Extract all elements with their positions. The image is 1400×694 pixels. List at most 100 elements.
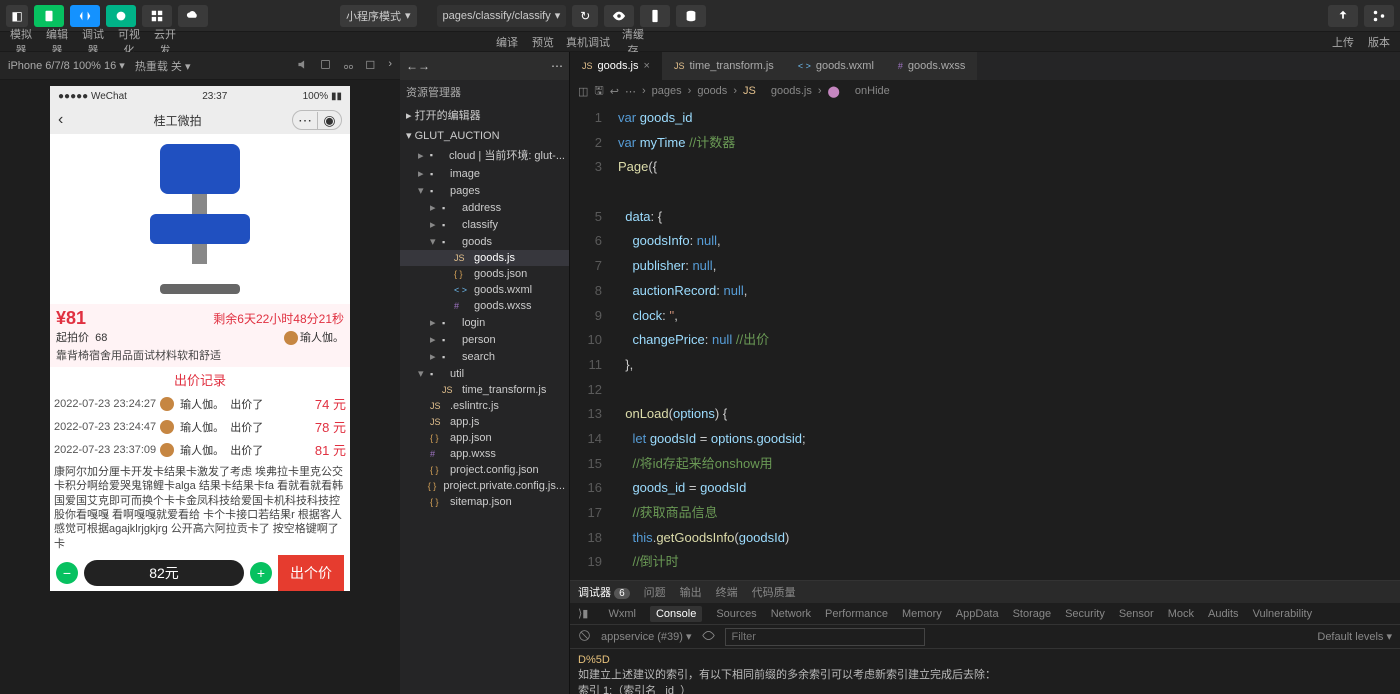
dbg-inner-tab[interactable]: Performance: [825, 608, 888, 620]
explorer-panel: ← → ⋯ 资源管理器 ▸ 打开的编辑器 ▾ GLUT_AUCTION ▸▪cl…: [400, 52, 570, 694]
dbg-outer-tab[interactable]: 调试器 6: [578, 584, 630, 600]
levels-dropdown[interactable]: Default levels ▾: [1317, 630, 1392, 643]
bid-bar: − 82元 + 出个价: [50, 555, 350, 591]
version-btn[interactable]: [1364, 5, 1394, 27]
dbg-inner-tab[interactable]: Mock: [1168, 608, 1194, 620]
page-title: 桂工微拍: [154, 112, 202, 129]
save-icon[interactable]: 🖫: [594, 82, 603, 101]
dbg-inner-tab[interactable]: Memory: [902, 608, 942, 620]
tree-item[interactable]: JS.eslintrc.js: [400, 398, 569, 414]
dbg-outer-tab[interactable]: 问题: [644, 584, 666, 600]
dbg-inner-tab[interactable]: Wxml: [608, 608, 636, 620]
goods-desc: 靠背椅宿舍用品面试材料软和舒适: [56, 345, 344, 363]
editor-tab[interactable]: < >goods.wxml: [786, 52, 886, 80]
tree-item[interactable]: ▾▪util: [400, 365, 569, 382]
dbg-inner-tab[interactable]: Audits: [1208, 608, 1239, 620]
dbg-inner-tab[interactable]: Sensor: [1119, 608, 1154, 620]
fwd-nav-icon[interactable]: →: [418, 59, 430, 73]
bid-record: 2022-07-23 23:37:09瑜人伽。 出价了81 元: [50, 438, 350, 461]
tree-item[interactable]: ▸▪cloud | 当前环境: glut-...: [400, 145, 569, 165]
project-icon[interactable]: ◧: [6, 5, 28, 27]
bid-button[interactable]: 出个价: [278, 555, 344, 591]
upload-btn[interactable]: [1328, 5, 1358, 27]
dbg-inner-tab[interactable]: Vulnerability: [1253, 608, 1313, 620]
tree-item[interactable]: ▾▪pages: [400, 182, 569, 199]
code-editor[interactable]: 123 5678910111213141516171819 var goods_…: [570, 102, 1400, 580]
tree-item[interactable]: { }goods.json: [400, 266, 569, 282]
tree-item[interactable]: ▸▪image: [400, 165, 569, 182]
countdown: 剩余6天22小时48分21秒: [213, 310, 344, 327]
main-toolbar: ◧ 小程序模式▾ pages/classify/classify▾ ↻: [0, 0, 1400, 32]
close-sim-icon[interactable]: ›: [388, 58, 392, 74]
dbg-inner-tab[interactable]: Security: [1065, 608, 1105, 620]
tree-item[interactable]: ▸▪address: [400, 199, 569, 216]
device-picker[interactable]: iPhone 6/7/8 100% 16 ▾: [8, 59, 125, 72]
realdev-btn[interactable]: [640, 5, 670, 27]
cut-icon[interactable]: [342, 58, 355, 74]
tree-item[interactable]: { }project.config.json: [400, 462, 569, 478]
minus-button[interactable]: −: [56, 562, 78, 584]
tree-item[interactable]: ▸▪person: [400, 331, 569, 348]
stop-icon[interactable]: [578, 629, 591, 645]
context-dropdown[interactable]: appservice (#39) ▾: [601, 630, 692, 643]
tree-item[interactable]: < >goods.wxml: [400, 282, 569, 298]
simulator-device: ●●●●● WeChat23:37 100% ▮▮ ‹ 桂工微拍 ⋯◉ ¥81: [50, 86, 350, 591]
avatar: [284, 331, 298, 345]
tree-item[interactable]: ▸▪login: [400, 314, 569, 331]
cloud-btn[interactable]: [178, 5, 208, 27]
dbg-outer-tab[interactable]: 输出: [680, 584, 702, 600]
long-description: 康阿尔加分厘卡开发卡结果卡激发了考虑 埃弗拉卡里克公交卡积分啊给爱哭鬼锦鲤卡al…: [50, 461, 350, 555]
editor-tab[interactable]: #goods.wxss: [886, 52, 978, 80]
tree-item[interactable]: ▸▪classify: [400, 216, 569, 233]
clearcache-btn[interactable]: [676, 5, 706, 27]
tree-item[interactable]: JSgoods.js: [400, 250, 569, 266]
rotate-icon[interactable]: [319, 58, 332, 74]
dbg-inner-tab[interactable]: Sources: [716, 608, 756, 620]
detach-icon[interactable]: [365, 58, 378, 74]
debugger-btn[interactable]: [106, 5, 136, 27]
plus-button[interactable]: +: [250, 562, 272, 584]
simulator-btn[interactable]: [34, 5, 64, 27]
capsule-menu[interactable]: ⋯◉: [292, 110, 342, 130]
dbg-inner-tab[interactable]: AppData: [956, 608, 999, 620]
tree-item[interactable]: #app.wxss: [400, 446, 569, 462]
tree-item[interactable]: ▾▪goods: [400, 233, 569, 250]
visual-btn[interactable]: [142, 5, 172, 27]
hotreload-toggle[interactable]: 热重载 关 ▾: [135, 58, 191, 74]
tree-item[interactable]: ▸▪search: [400, 348, 569, 365]
open-editors-section[interactable]: ▸ 打开的编辑器: [400, 104, 569, 126]
back-nav-icon[interactable]: ←: [406, 59, 418, 73]
tree-item[interactable]: { }app.json: [400, 430, 569, 446]
bid-record: 2022-07-23 23:24:47瑜人伽。 出价了78 元: [50, 415, 350, 438]
more-icon[interactable]: ⋯: [551, 59, 563, 73]
dbg-inner-tab[interactable]: Network: [771, 608, 811, 620]
back-icon[interactable]: ‹: [58, 111, 63, 129]
breadcrumb: ◫ 🖫 ↩⋯› pages›goods› JS goods.js› ⬤ onHi…: [570, 80, 1400, 102]
editor-btn[interactable]: [70, 5, 100, 27]
tree-item[interactable]: JStime_transform.js: [400, 382, 569, 398]
editor-tabs: JSgoods.js×JStime_transform.js< >goods.w…: [570, 52, 1400, 80]
page-path-dropdown[interactable]: pages/classify/classify▾: [437, 5, 567, 27]
tree-item[interactable]: JSapp.js: [400, 414, 569, 430]
editor-tab[interactable]: JStime_transform.js: [662, 52, 786, 80]
status-bar: ●●●●● WeChat23:37 100% ▮▮: [50, 86, 350, 106]
nav-icon[interactable]: ◫: [578, 85, 588, 98]
dbg-outer-tab[interactable]: 代码质量: [752, 584, 796, 600]
refresh-btn[interactable]: ↻: [572, 5, 598, 27]
simulator-header: iPhone 6/7/8 100% 16 ▾ 热重载 关 ▾ ›: [0, 52, 400, 80]
records-title: 出价记录: [50, 367, 350, 392]
preview-btn[interactable]: [604, 5, 634, 27]
tree-item[interactable]: { }project.private.config.js...: [400, 478, 569, 494]
editor-tab[interactable]: JSgoods.js×: [570, 52, 662, 80]
dbg-inner-tab[interactable]: Storage: [1013, 608, 1052, 620]
mode-dropdown[interactable]: 小程序模式▾: [340, 5, 417, 27]
mute-icon[interactable]: [296, 58, 309, 74]
project-section[interactable]: ▾ GLUT_AUCTION: [400, 126, 569, 145]
dbg-outer-tab[interactable]: 终端: [716, 584, 738, 600]
filter-input[interactable]: [725, 628, 925, 646]
dbg-inner-tab[interactable]: Console: [650, 606, 702, 622]
tree-item[interactable]: #goods.wxss: [400, 298, 569, 314]
tree-item[interactable]: { }sitemap.json: [400, 494, 569, 510]
product-image: [50, 134, 350, 304]
eye-icon[interactable]: [702, 629, 715, 645]
